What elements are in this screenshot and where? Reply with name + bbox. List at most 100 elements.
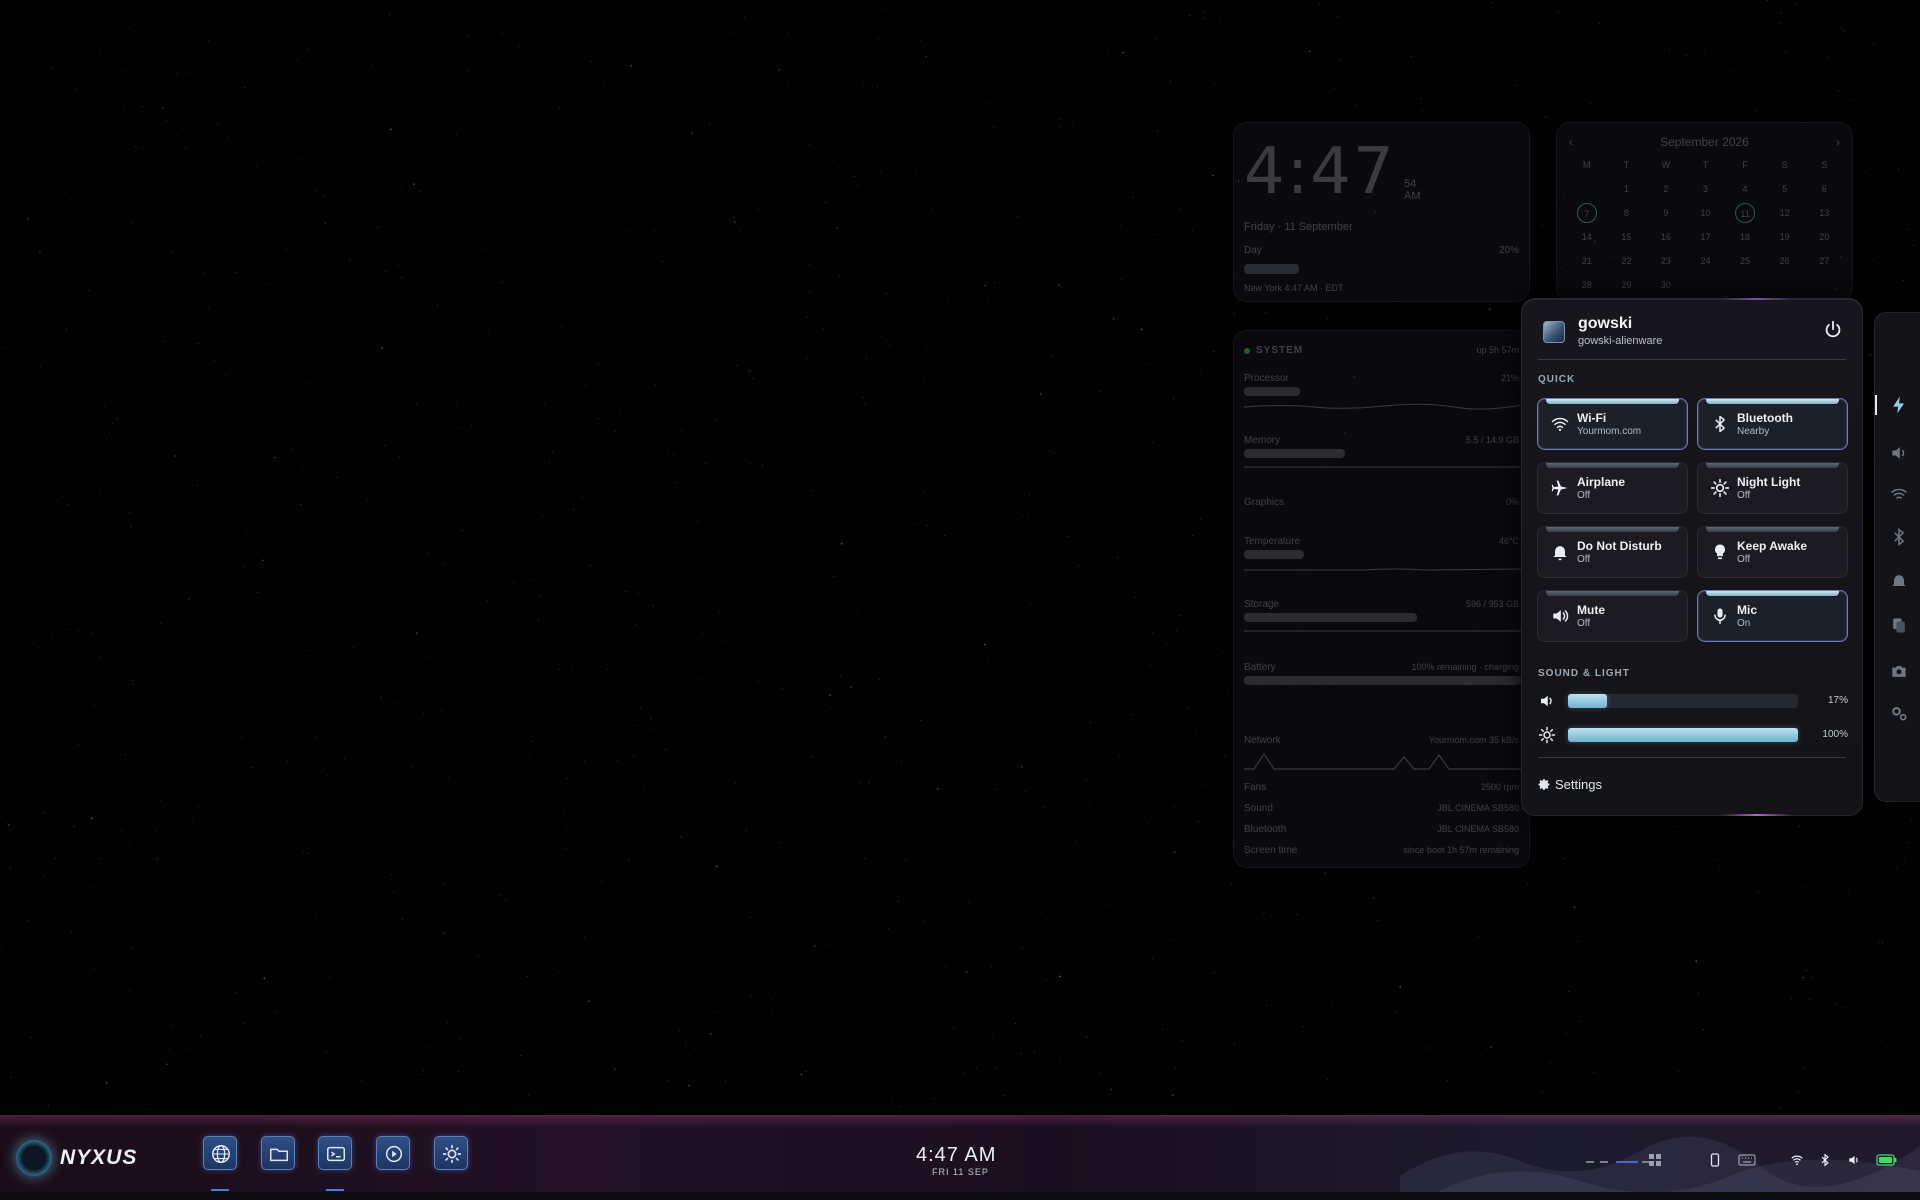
media-player-button[interactable]	[376, 1136, 410, 1170]
microphone-icon	[1714, 608, 1726, 625]
workspace-indicator[interactable]	[1600, 1161, 1608, 1163]
speaker-icon	[1553, 610, 1569, 622]
calendar-day[interactable]: 22	[1607, 251, 1647, 271]
divider	[1538, 359, 1846, 360]
mute-toggle[interactable]: Mute Off	[1537, 590, 1688, 642]
calendar-day[interactable]: 28	[1567, 275, 1607, 295]
brightness-slider[interactable]	[1568, 728, 1798, 742]
weekday-label: F	[1742, 160, 1748, 170]
settings-button-taskbar[interactable]	[434, 1136, 468, 1170]
volume-icon	[1541, 695, 1552, 707]
calendar-day[interactable]: 7	[1576, 203, 1597, 223]
calendar-grid: M T W T F S S 1 2 3 4 5 6 7 8 9 10 11 12 13 14 15 16 17 18 19 20 21…	[1567, 155, 1844, 295]
calendar-day[interactable]: 17	[1686, 227, 1726, 247]
night-light-toggle[interactable]: Night Light Off	[1697, 462, 1848, 514]
keep-awake-toggle[interactable]: Keep Awake Off	[1697, 526, 1848, 578]
calendar-day[interactable]: 6	[1804, 179, 1844, 199]
camera-icon[interactable]	[1889, 661, 1909, 681]
quick-section-label: QUICK	[1538, 374, 1576, 385]
files-icon	[270, 1148, 288, 1162]
calendar-day[interactable]: 10	[1686, 203, 1726, 223]
calendar-day[interactable]: 30	[1646, 275, 1686, 295]
calendar-day[interactable]: 26	[1765, 251, 1805, 271]
user-name: gowski	[1578, 315, 1633, 332]
browser-button[interactable]	[203, 1136, 237, 1170]
taskbar-clock[interactable]: 4:47 AM	[916, 1144, 996, 1167]
wifi-toggle[interactable]: Wi-Fi Yourmom.com	[1537, 398, 1688, 450]
volume-slider-fill	[1568, 694, 1608, 708]
weekday-label: T	[1702, 160, 1709, 170]
clipboard-icon[interactable]	[1889, 615, 1909, 635]
calendar-day[interactable]: 12	[1765, 203, 1805, 223]
battery-icon[interactable]	[1876, 1153, 1898, 1167]
day-label: Day	[1244, 245, 1262, 256]
calendar-day[interactable]: 25	[1725, 251, 1765, 271]
wifi-icon[interactable]	[1889, 485, 1909, 505]
calendar-day[interactable]: 13	[1804, 203, 1844, 223]
power-icon[interactable]	[1822, 319, 1844, 341]
calendar-day[interactable]: 14	[1567, 227, 1607, 247]
side-rail	[1874, 312, 1920, 802]
bluetooth-icon[interactable]	[1818, 1153, 1832, 1167]
mic-toggle[interactable]: Mic On	[1697, 590, 1848, 642]
day-percent: 20%	[1498, 245, 1519, 256]
calendar-day[interactable]: 5	[1765, 179, 1805, 199]
grid-icon[interactable]	[1648, 1153, 1662, 1167]
status-dot	[1244, 348, 1250, 354]
calendar-day[interactable]: 19	[1765, 227, 1805, 247]
calendar-day[interactable]: 27	[1804, 251, 1844, 271]
wifi-icon[interactable]	[1790, 1153, 1804, 1167]
weekday-label: S	[1821, 160, 1828, 170]
weekday-label: S	[1781, 160, 1788, 170]
calendar-day[interactable]: 15	[1607, 227, 1647, 247]
calendar-day[interactable]: 23	[1646, 251, 1686, 271]
bolt-icon[interactable]	[1889, 395, 1909, 415]
launcher-logo[interactable]	[16, 1140, 52, 1176]
calendar-day[interactable]: 20	[1804, 227, 1844, 247]
settings-sun-icon	[442, 1144, 462, 1164]
brightness-icon	[1538, 726, 1556, 744]
wifi-icon	[1551, 417, 1569, 431]
settings-button[interactable]: Settings	[1538, 777, 1602, 792]
gears-icon[interactable]	[1889, 703, 1909, 723]
system-widget: SYSTEM up 5h 57m Processor 21% Memory 5.5 …	[1233, 330, 1530, 868]
day-progress-bar	[1244, 264, 1299, 274]
brightness-value: 100%	[1822, 729, 1848, 740]
volume-icon[interactable]	[1889, 443, 1909, 463]
calendar-day[interactable]: 8	[1607, 203, 1647, 223]
workspace-indicator[interactable]	[1586, 1161, 1594, 1163]
calendar-day[interactable]: 9	[1646, 203, 1686, 223]
keyboard-icon[interactable]	[1738, 1153, 1756, 1167]
calendar-day[interactable]: 2	[1646, 179, 1686, 199]
calendar-next-button[interactable]: ›	[1836, 135, 1840, 149]
calendar-day[interactable]: 1	[1607, 179, 1647, 199]
calendar-day[interactable]: 29	[1607, 275, 1647, 295]
volume-slider[interactable]	[1568, 694, 1798, 708]
phone-icon[interactable]	[1708, 1153, 1722, 1167]
calendar-day[interactable]: 11	[1735, 203, 1756, 223]
workspace-indicator-active[interactable]	[1616, 1161, 1638, 1163]
clock-date: Friday · 11 September	[1244, 221, 1353, 233]
calendar-day[interactable]: 18	[1725, 227, 1765, 247]
airplane-toggle[interactable]: Airplane Off	[1537, 462, 1688, 514]
weekday-label: M	[1583, 160, 1591, 170]
calendar-day[interactable]: 16	[1646, 227, 1686, 247]
taskbar-bottom-strip	[0, 1192, 1920, 1200]
bluetooth-toggle[interactable]: Bluetooth Nearby	[1697, 398, 1848, 450]
terminal-icon	[327, 1146, 345, 1162]
calendar-day	[1725, 275, 1765, 295]
bell-icon[interactable]	[1889, 571, 1909, 591]
files-button[interactable]	[261, 1136, 295, 1170]
calendar-day[interactable]: 4	[1725, 179, 1765, 199]
bluetooth-icon[interactable]	[1889, 527, 1909, 547]
volume-icon[interactable]	[1847, 1153, 1861, 1167]
calendar-day[interactable]: 21	[1567, 251, 1607, 271]
volume-value: 17%	[1827, 695, 1848, 706]
terminal-button[interactable]	[318, 1136, 352, 1170]
do-not-disturb-toggle[interactable]: Do Not Disturb Off	[1537, 526, 1688, 578]
calendar-day[interactable]: 24	[1686, 251, 1726, 271]
avatar[interactable]	[1543, 321, 1565, 343]
night-light-icon	[1710, 478, 1730, 498]
browser-icon	[212, 1145, 230, 1163]
calendar-day[interactable]: 3	[1686, 179, 1726, 199]
